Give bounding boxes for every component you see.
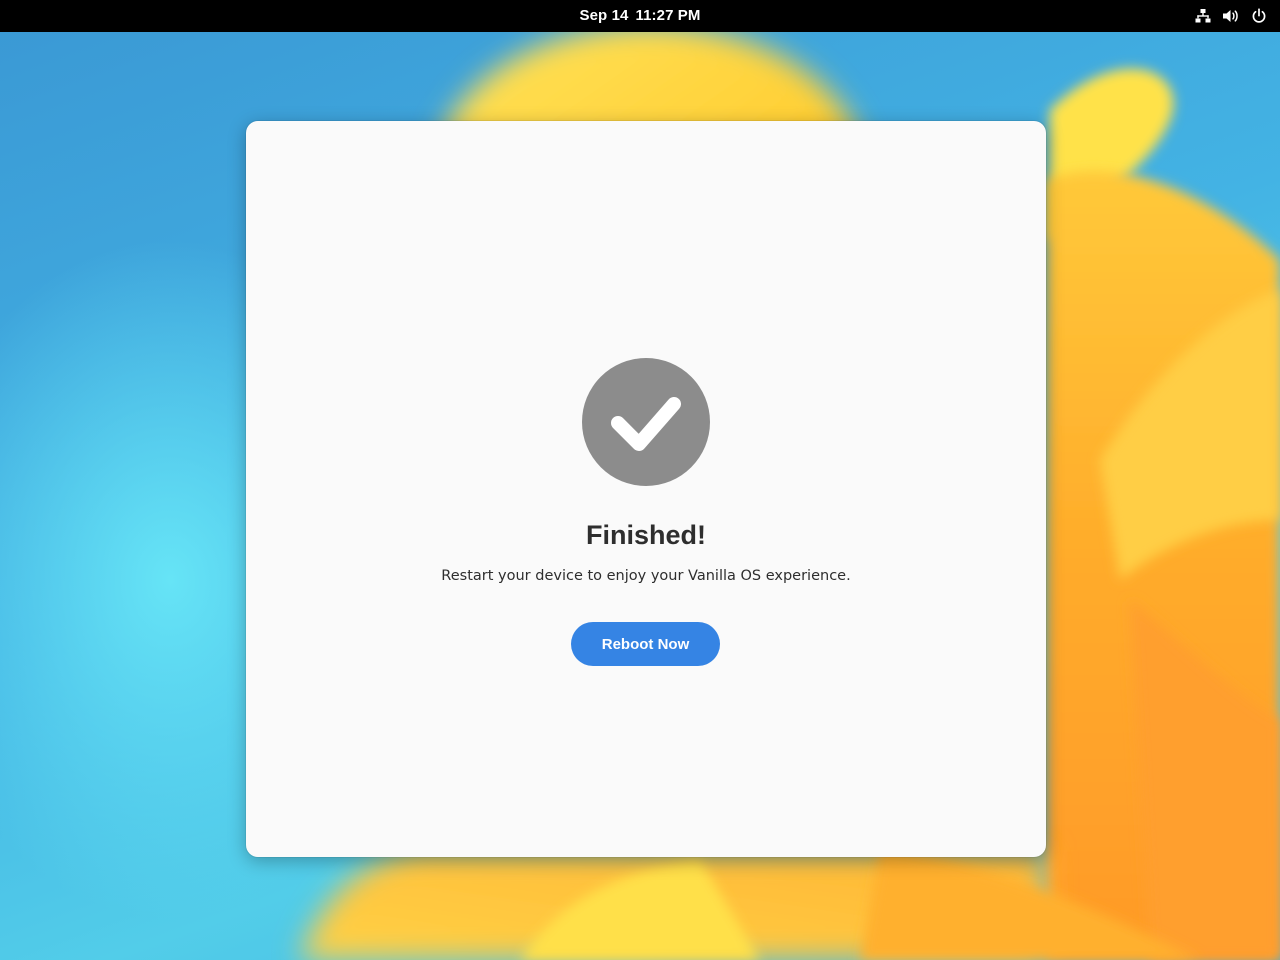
clock[interactable]: Sep 14 11:27 PM: [0, 0, 1280, 32]
reboot-now-button[interactable]: Reboot Now: [571, 622, 720, 666]
system-tray[interactable]: [1194, 0, 1268, 32]
volume-icon[interactable]: [1222, 7, 1240, 25]
top-bar: Sep 14 11:27 PM: [0, 0, 1280, 32]
clock-time: 11:27 PM: [635, 7, 701, 24]
installer-window: Finished! Restart your device to enjoy y…: [246, 121, 1046, 857]
desktop: Sep 14 11:27 PM Finished! Restart your d…: [0, 0, 1280, 960]
checkmark-circle-icon: [582, 358, 710, 486]
page-description: Restart your device to enjoy your Vanill…: [441, 568, 851, 584]
clock-date: Sep 14: [579, 7, 629, 24]
power-icon[interactable]: [1250, 7, 1268, 25]
page-title: Finished!: [586, 520, 706, 550]
network-wired-icon[interactable]: [1194, 7, 1212, 25]
